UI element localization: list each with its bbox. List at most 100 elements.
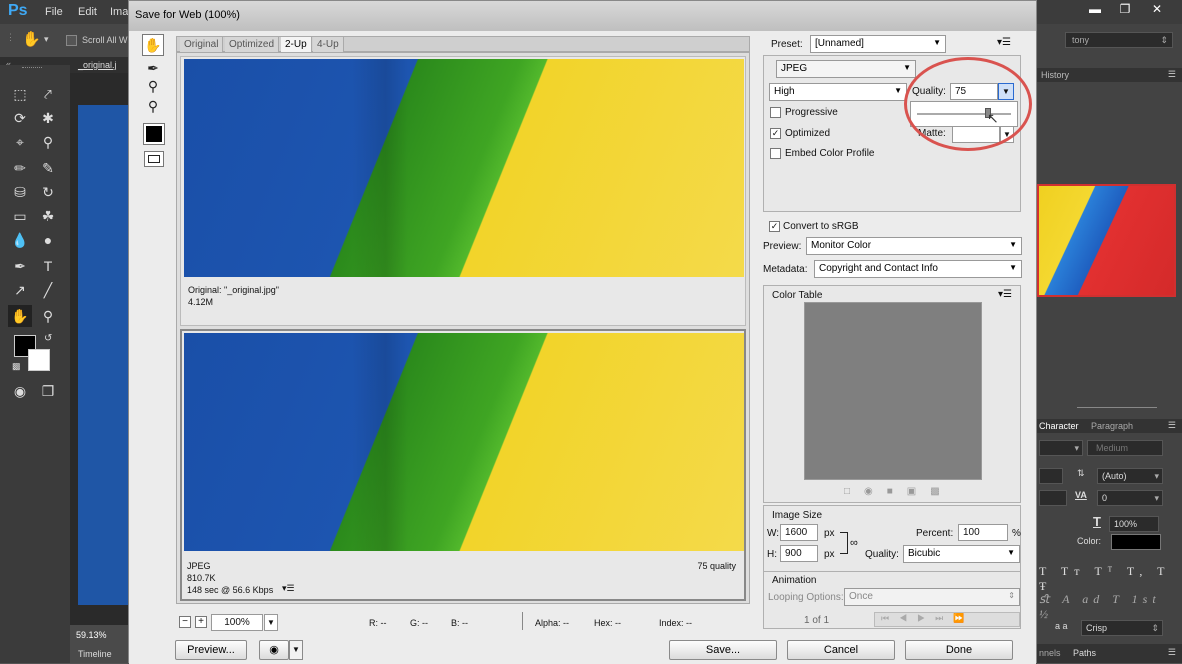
- history-tab[interactable]: History: [1041, 70, 1069, 80]
- embed-profile-checkbox[interactable]: [770, 148, 781, 159]
- color-table-menu-icon[interactable]: ▾☰: [998, 289, 1012, 300]
- default-colors-icon[interactable]: ▩: [12, 361, 21, 372]
- opentype-buttons[interactable]: ﬆ A ad T 1st ½: [1039, 592, 1182, 622]
- hand-tool-icon[interactable]: ✋: [8, 305, 32, 327]
- magic-wand-tool-icon[interactable]: ✱: [36, 107, 60, 129]
- brush-tool-icon[interactable]: ✏: [8, 157, 32, 179]
- eraser-tool-icon[interactable]: ▭: [8, 205, 32, 227]
- resample-quality-select[interactable]: Bicubic ▼: [903, 545, 1020, 563]
- tab-2-up[interactable]: 2-Up: [281, 37, 312, 53]
- zoom-in-button[interactable]: +: [195, 616, 207, 628]
- paragraph-tab[interactable]: Paragraph: [1091, 421, 1133, 431]
- screen-mode-icon[interactable]: ❐: [36, 380, 60, 402]
- swap-colors-icon[interactable]: ↺: [44, 333, 52, 344]
- panel-menu-icon[interactable]: ☰: [1168, 69, 1176, 80]
- zoom-tool-icon[interactable]: ⚲: [36, 305, 60, 327]
- settings-menu-icon[interactable]: ▾☰: [997, 37, 1011, 48]
- done-button[interactable]: Done: [905, 640, 1013, 660]
- leading-select[interactable]: (Auto) ▾: [1097, 468, 1163, 484]
- character-tab[interactable]: Character: [1039, 421, 1079, 431]
- convert-srgb-label: Convert to sRGB: [783, 221, 859, 232]
- dodge-tool-icon[interactable]: ●: [36, 229, 60, 251]
- save-button[interactable]: Save...: [669, 640, 777, 660]
- workspace-select[interactable]: tony ⇕: [1065, 32, 1173, 48]
- download-speed-menu-icon[interactable]: ▾☰: [282, 583, 295, 594]
- hand-tool-icon[interactable]: ✋: [142, 34, 164, 56]
- convert-srgb-checkbox[interactable]: ✓: [769, 221, 780, 232]
- antialias-select[interactable]: Crisp ⇕: [1081, 620, 1163, 636]
- document-tab[interactable]: _original.j: [78, 60, 117, 70]
- preview-button[interactable]: Preview...: [175, 640, 247, 660]
- type-tool-icon[interactable]: T: [36, 255, 60, 277]
- restore-icon[interactable]: ❐: [1110, 0, 1140, 20]
- paint-bucket-icon[interactable]: ☘: [36, 205, 60, 227]
- width-input[interactable]: 1600: [780, 524, 818, 541]
- close-icon[interactable]: ✕: [1142, 0, 1172, 20]
- history-brush-icon[interactable]: ↻: [36, 181, 60, 203]
- tracking-select[interactable]: 0 ▾: [1097, 490, 1163, 506]
- eyedropper-tool-icon[interactable]: ⚲: [142, 95, 164, 117]
- hand-tool-icon[interactable]: ✋: [22, 30, 41, 48]
- preview-browser-icon[interactable]: ◉: [259, 640, 289, 660]
- quality-preset-select[interactable]: High ▼: [769, 83, 907, 101]
- toggle-slices-icon[interactable]: [144, 151, 164, 167]
- navigator-zoom-slider[interactable]: [1077, 402, 1157, 408]
- optimized-checkbox[interactable]: ✓: [770, 128, 781, 139]
- menu-image[interactable]: Ima: [110, 6, 128, 18]
- eyedropper-tool-icon[interactable]: ⚲: [36, 131, 60, 153]
- minimize-icon[interactable]: ▬: [1080, 0, 1110, 20]
- link-icon[interactable]: ∞: [850, 537, 858, 549]
- text-style-buttons[interactable]: T Tт Tᵀ T, T Ŧ: [1039, 564, 1182, 594]
- panel-menu-icon[interactable]: ☰: [1168, 420, 1176, 431]
- cancel-button[interactable]: Cancel: [787, 640, 895, 660]
- paths-tab[interactable]: Paths: [1073, 648, 1096, 658]
- format-select[interactable]: JPEG ▼: [776, 60, 916, 78]
- zoom-level-input[interactable]: 100%: [211, 614, 263, 631]
- browser-chevron-down-icon[interactable]: ▼: [289, 640, 303, 660]
- height-input[interactable]: 900: [780, 545, 818, 562]
- font-style-select[interactable]: Medium: [1087, 440, 1163, 456]
- crop-tool-icon[interactable]: ⌖: [8, 131, 32, 153]
- color-table-swatches[interactable]: [804, 302, 982, 480]
- eyedropper-color-swatch[interactable]: [143, 123, 165, 145]
- horizontal-scale-input[interactable]: 100%: [1109, 516, 1159, 532]
- menu-file[interactable]: File: [45, 6, 63, 18]
- tool-preset-chevron-icon[interactable]: ▾: [44, 34, 49, 45]
- progressive-checkbox[interactable]: [770, 107, 781, 118]
- kerning-select[interactable]: [1039, 490, 1067, 506]
- metadata-select[interactable]: Copyright and Contact Info ▼: [814, 260, 1022, 278]
- path-select-icon[interactable]: ↗: [8, 279, 32, 301]
- color-table-actions[interactable]: □◉■▣▩: [844, 486, 984, 498]
- background-color-swatch[interactable]: [28, 349, 50, 371]
- tab-original[interactable]: Original: [180, 37, 224, 53]
- font-family-select[interactable]: ▾: [1039, 440, 1083, 456]
- marquee-tool-icon[interactable]: ⬚: [8, 83, 32, 105]
- preview-select[interactable]: Monitor Color ▼: [806, 237, 1022, 255]
- quick-mask-icon[interactable]: ◉: [8, 380, 32, 402]
- percent-input[interactable]: 100: [958, 524, 1008, 541]
- preset-select[interactable]: [Unnamed] ▼: [810, 35, 946, 53]
- pen-tool-icon[interactable]: ✒: [8, 255, 32, 277]
- line-tool-icon[interactable]: ╱: [36, 279, 60, 301]
- stamp-tool-icon[interactable]: ⛁: [8, 181, 32, 203]
- move-tool-icon[interactable]: ⤤: [36, 83, 60, 105]
- timeline-label[interactable]: Timeline: [78, 649, 112, 659]
- pencil-tool-icon[interactable]: ✎: [36, 157, 60, 179]
- original-pane[interactable]: Original: "_original.jpg" 4.12M: [180, 56, 746, 326]
- zoom-tool-icon[interactable]: ⚲: [142, 75, 164, 97]
- panel-menu-icon[interactable]: ☰: [1168, 647, 1176, 658]
- optimized-pane[interactable]: JPEG 810.7K 148 sec @ 56.6 Kbps ▾☰ 75 qu…: [180, 329, 746, 601]
- text-color-swatch[interactable]: [1111, 534, 1161, 550]
- zoom-chevron-down-icon[interactable]: ▼: [264, 614, 278, 631]
- channels-tab[interactable]: nnels: [1039, 648, 1061, 658]
- lasso-tool-icon[interactable]: ⟳: [8, 107, 32, 129]
- tab-4-up[interactable]: 4-Up: [313, 37, 344, 53]
- tab-optimized[interactable]: Optimized: [225, 37, 280, 53]
- menu-edit[interactable]: Edit: [78, 6, 97, 18]
- font-size-select[interactable]: [1039, 468, 1063, 484]
- blur-tool-icon[interactable]: 💧: [8, 229, 32, 251]
- scroll-all-checkbox[interactable]: [66, 35, 77, 46]
- animation-controls[interactable]: ⏮◀▶⏭⏩: [874, 612, 1020, 627]
- looping-select[interactable]: Once ⇕: [844, 588, 1020, 606]
- zoom-out-button[interactable]: −: [179, 616, 191, 628]
